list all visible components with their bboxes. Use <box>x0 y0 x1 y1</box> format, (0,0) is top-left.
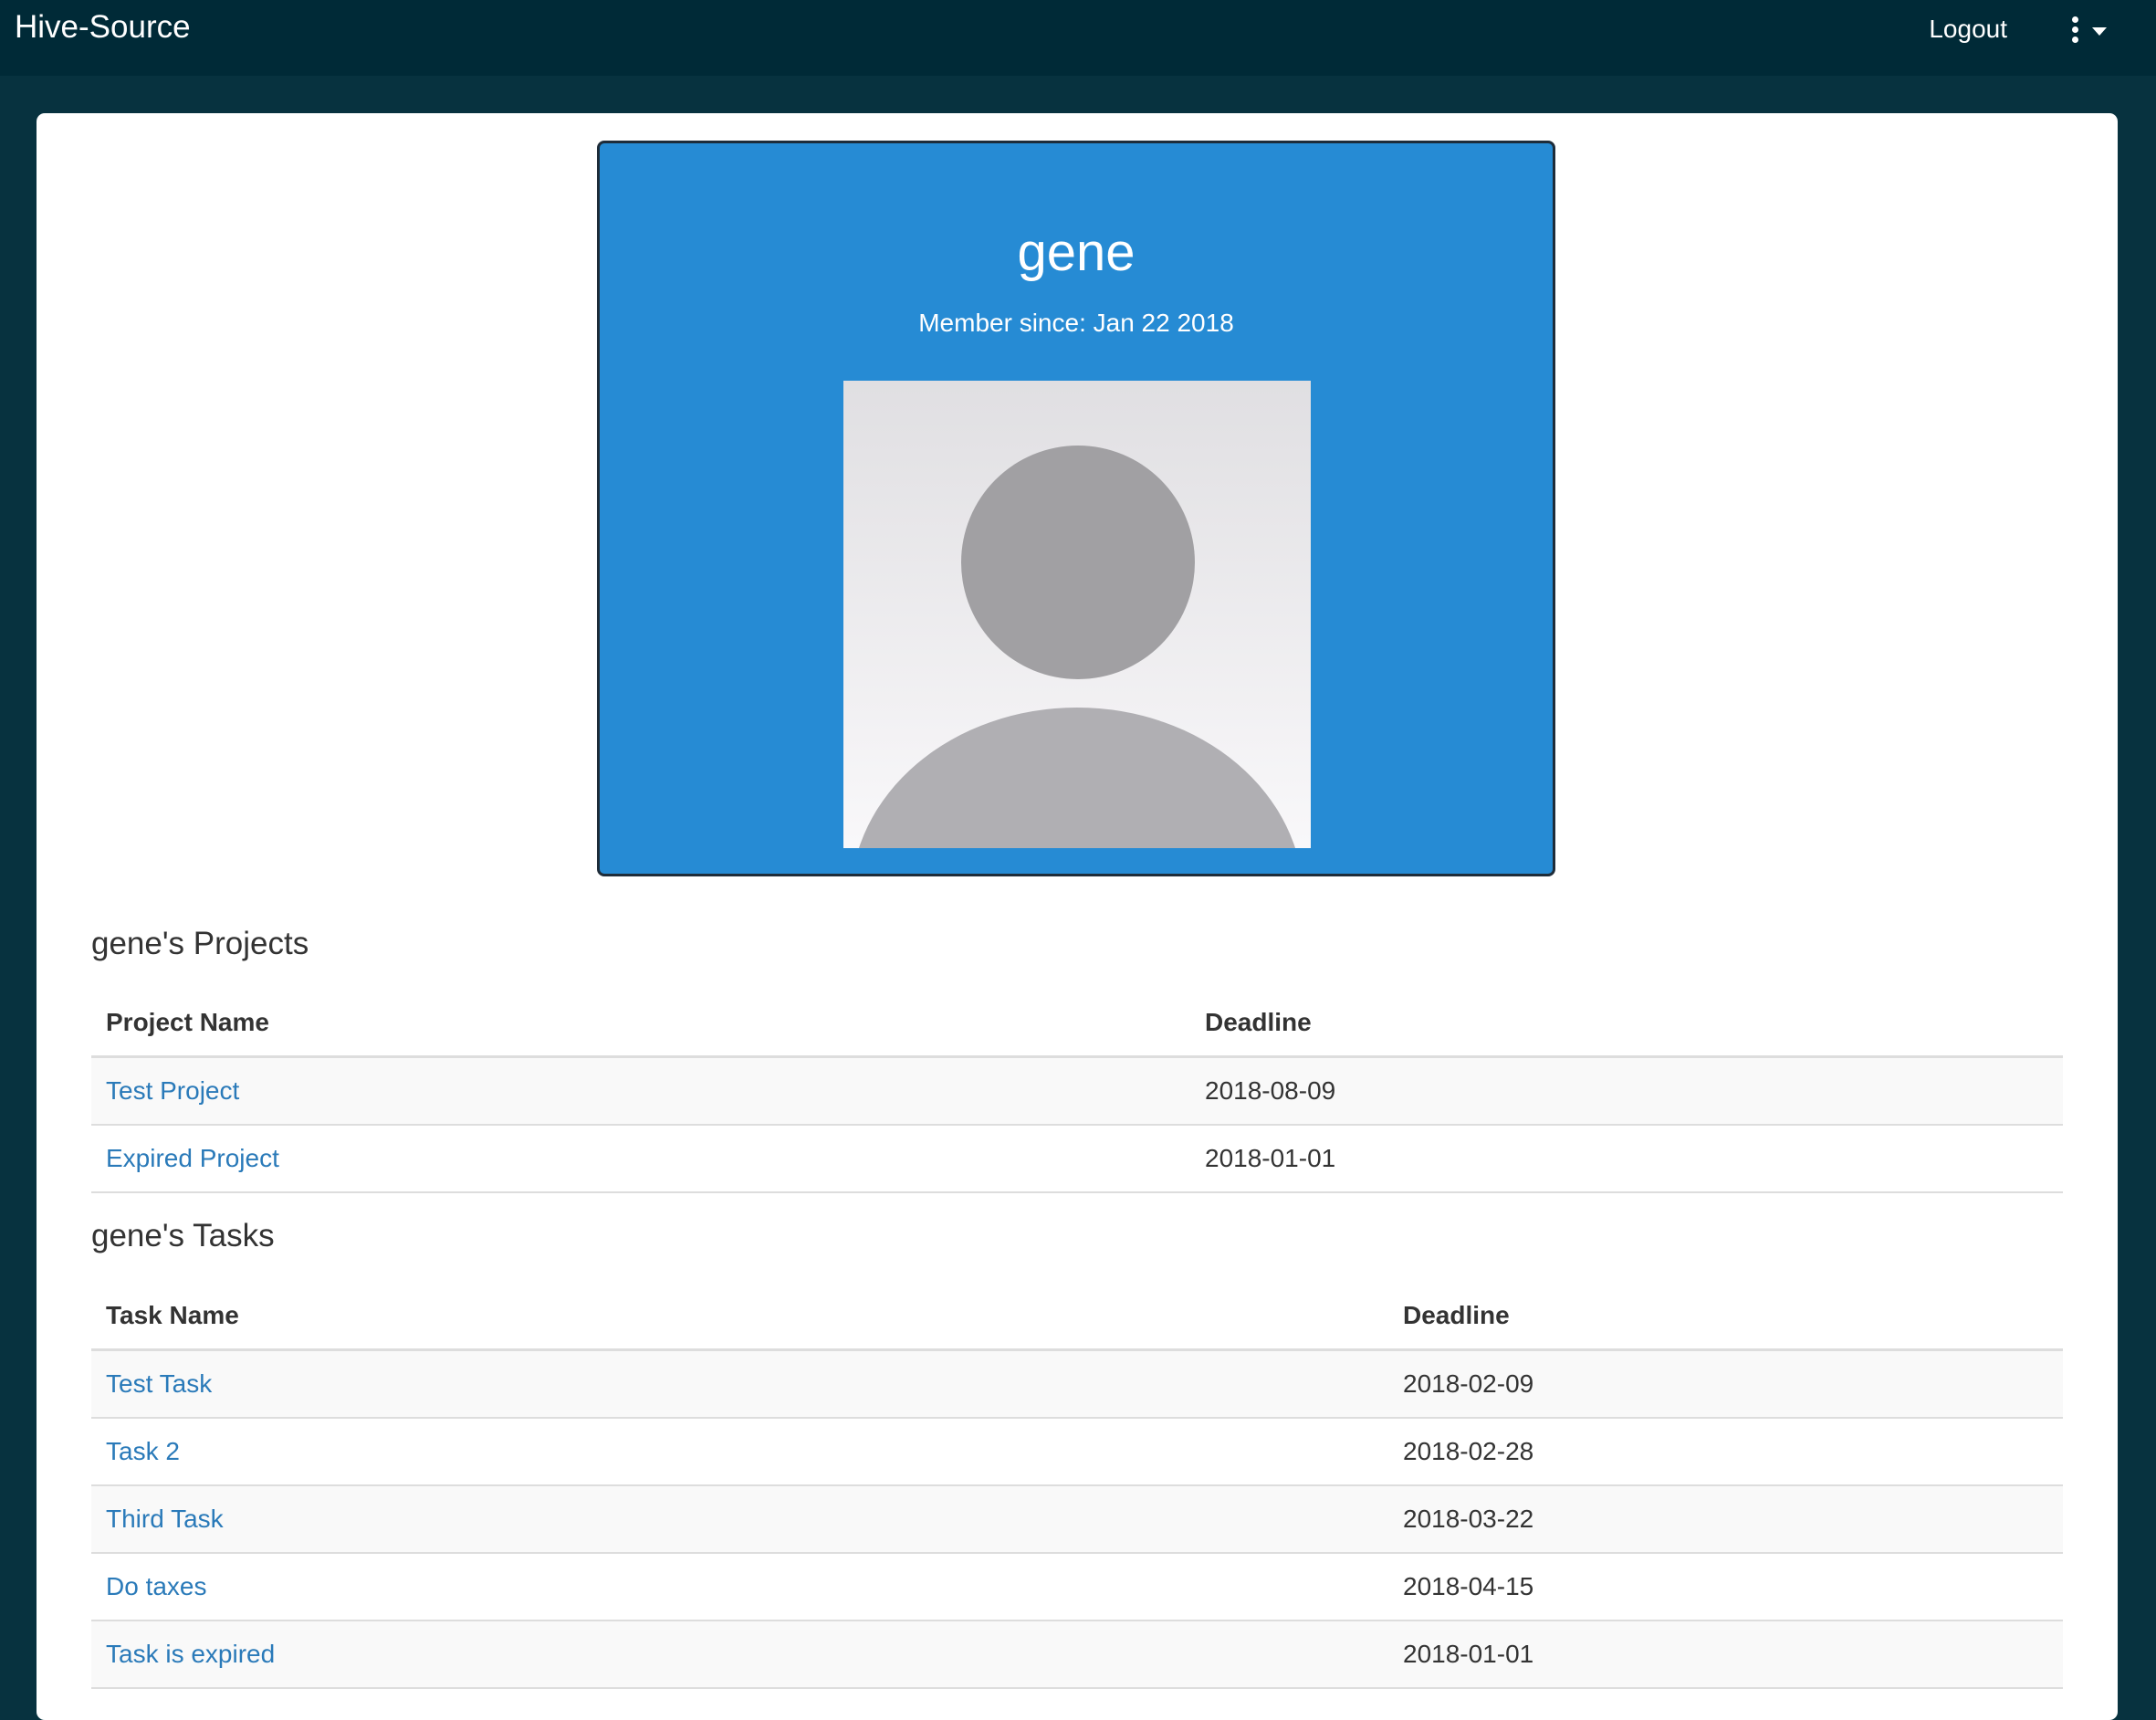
deadline-cell: 2018-08-09 <box>1190 1056 2063 1126</box>
deadline-cell: 2018-01-01 <box>1190 1125 2063 1193</box>
projects-title: gene's Projects <box>91 926 309 961</box>
top-navbar: Hive-Source Logout <box>0 0 2156 76</box>
project-name-cell: Test Project <box>91 1056 1190 1126</box>
avatar <box>843 381 1311 848</box>
column-header-project-name: Project Name <box>91 990 1190 1058</box>
task-name-cell: Task is expired <box>91 1620 1388 1689</box>
project-link[interactable]: Test Project <box>106 1076 239 1105</box>
avatar-head-icon <box>961 446 1195 679</box>
chevron-down-icon <box>2092 27 2107 36</box>
deadline-cell: 2018-04-15 <box>1388 1553 2063 1621</box>
logout-link[interactable]: Logout <box>1929 15 2007 44</box>
table-row: Task 2 2018-02-28 <box>91 1418 2063 1486</box>
table-row: Test Project 2018-08-09 <box>91 1056 2063 1126</box>
task-link[interactable]: Task is expired <box>106 1640 275 1668</box>
main-panel: gene Member since: Jan 22 2018 gene's Pr… <box>37 113 2118 1720</box>
profile-card: gene Member since: Jan 22 2018 <box>597 141 1555 876</box>
project-name-cell: Expired Project <box>91 1125 1190 1193</box>
column-header-task-name: Task Name <box>91 1283 1388 1351</box>
project-link[interactable]: Expired Project <box>106 1144 279 1172</box>
deadline-cell: 2018-02-09 <box>1388 1349 2063 1419</box>
deadline-cell: 2018-02-28 <box>1388 1418 2063 1486</box>
more-menu-button[interactable] <box>2065 16 2112 44</box>
task-link[interactable]: Test Task <box>106 1369 212 1398</box>
task-name-cell: Test Task <box>91 1349 1388 1419</box>
kebab-menu-icon <box>2072 16 2079 44</box>
task-link[interactable]: Task 2 <box>106 1437 180 1465</box>
column-header-deadline: Deadline <box>1190 990 2063 1058</box>
member-since: Member since: Jan 22 2018 <box>918 309 1234 337</box>
tasks-title: gene's Tasks <box>91 1218 275 1253</box>
tasks-table: Task Name Deadline Test Task 2018-02-09 … <box>91 1283 2063 1689</box>
table-row: Test Task 2018-02-09 <box>91 1349 2063 1419</box>
brand-link[interactable]: Hive-Source <box>15 9 191 46</box>
table-row: Task is expired 2018-01-01 <box>91 1620 2063 1689</box>
table-row: Third Task 2018-03-22 <box>91 1485 2063 1554</box>
task-name-cell: Third Task <box>91 1485 1388 1554</box>
profile-name: gene <box>1017 223 1136 282</box>
projects-table: Project Name Deadline Test Project 2018-… <box>91 990 2063 1193</box>
task-link[interactable]: Third Task <box>106 1505 224 1533</box>
deadline-cell: 2018-01-01 <box>1388 1620 2063 1689</box>
table-row: Do taxes 2018-04-15 <box>91 1553 2063 1621</box>
task-name-cell: Do taxes <box>91 1553 1388 1621</box>
avatar-body-icon <box>851 708 1303 848</box>
task-link[interactable]: Do taxes <box>106 1572 207 1600</box>
column-header-deadline: Deadline <box>1388 1283 2063 1351</box>
table-header-row: Task Name Deadline <box>91 1283 2063 1351</box>
table-row: Expired Project 2018-01-01 <box>91 1125 2063 1193</box>
table-header-row: Project Name Deadline <box>91 990 2063 1058</box>
task-name-cell: Task 2 <box>91 1418 1388 1486</box>
deadline-cell: 2018-03-22 <box>1388 1485 2063 1554</box>
